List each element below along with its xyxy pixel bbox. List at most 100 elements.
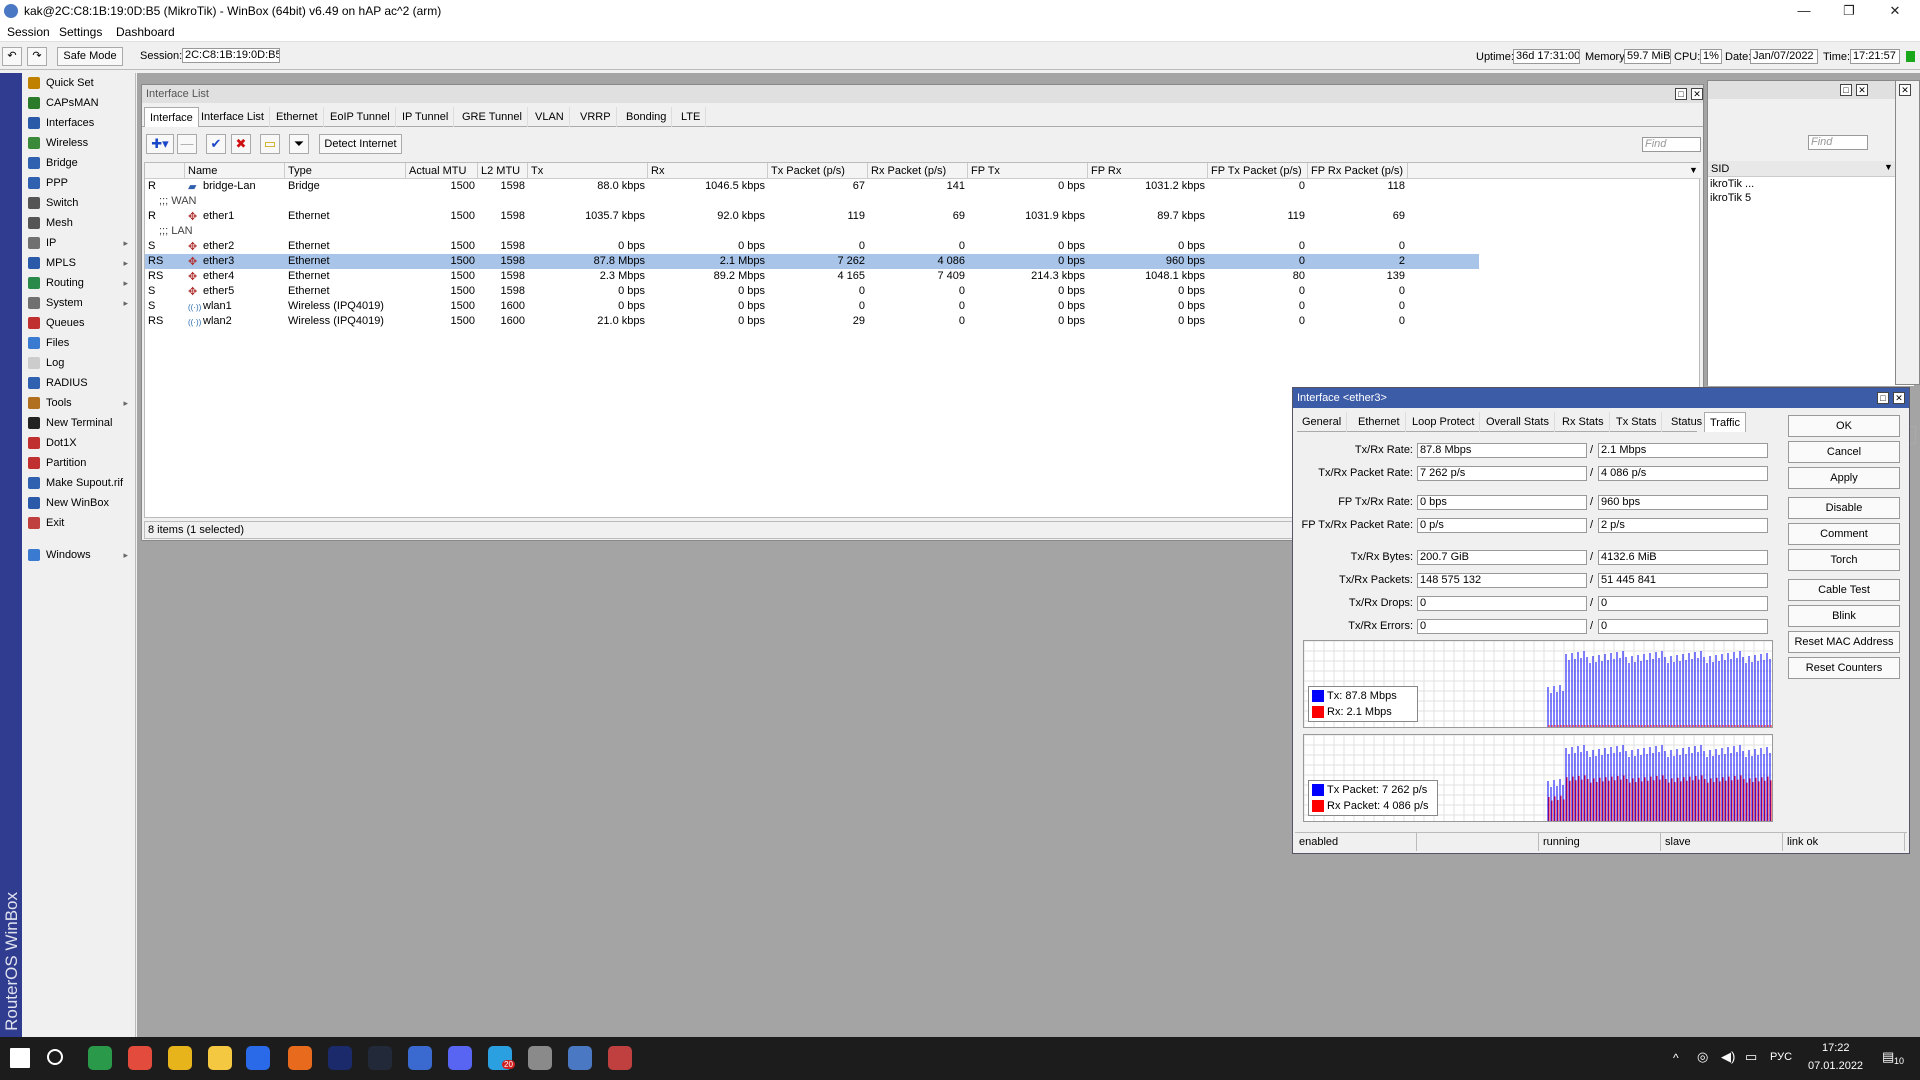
button-cancel[interactable]: Cancel [1788,441,1900,463]
chrome-icon[interactable] [128,1046,152,1070]
tray-volume-icon[interactable]: ◀) [1721,1049,1735,1065]
explorer-icon[interactable] [208,1046,232,1070]
ether3-restore-button[interactable]: □ [1877,392,1889,404]
disable-button[interactable]: ✖ [231,134,251,154]
column-header-type[interactable]: Type [285,163,406,179]
columns-dropdown-icon[interactable]: ▼ [1689,165,1698,175]
column-header-name[interactable]: Name [185,163,285,179]
sidebar-item-bridge[interactable]: Bridge [24,154,134,172]
maximize-button[interactable]: ❐ [1826,0,1872,22]
sidebar-item-capsman[interactable]: CAPsMAN [24,94,134,112]
tab-vlan[interactable]: VLAN [530,107,570,127]
button-ok[interactable]: OK [1788,415,1900,437]
sidebar-item-queues[interactable]: Queues [24,314,134,332]
button-blink[interactable]: Blink [1788,605,1900,627]
tray-monitor-icon[interactable]: ▭ [1745,1049,1757,1065]
tab-ethernet[interactable]: Ethernet [271,107,324,127]
tray-network-icon[interactable]: ◎ [1697,1049,1708,1065]
button-torch[interactable]: Torch [1788,549,1900,571]
sidebar-item-quick-set[interactable]: Quick Set [24,74,134,92]
column-header-tx[interactable]: Tx [528,163,648,179]
bg-list-item[interactable]: ikroTik 5 [1710,192,1751,204]
table-row[interactable]: Rether1 ✥ Ethernet 1500 1598 1035.7 kbps 92.0 … [145,209,1479,224]
sidebar-item-interfaces[interactable]: Interfaces [24,114,134,132]
iflist-close-button[interactable]: ✕ [1691,88,1703,100]
add-button[interactable]: ✚▾ [146,134,174,154]
table-row[interactable]: RS ether3 ✥ Ethernet 1500 1598 87.8 Mbps 2.1 Mb… [145,254,1479,269]
table-row[interactable]: RS wlan2 ((·)) Wireless (IPQ4019) 1500 1600 21… [145,314,1479,329]
winbox2-icon[interactable] [608,1046,632,1070]
column-header-fp-rx-packet-p-s-[interactable]: FP Rx Packet (p/s) [1308,163,1408,179]
column-header-rx-packet-p-s-[interactable]: Rx Packet (p/s) [868,163,968,179]
table-row[interactable]: RS ether4 ✥ Ethernet 1500 1598 2.3 Mbps 89.2 Mb… [145,269,1479,284]
column-header-tx-packet-p-s-[interactable]: Tx Packet (p/s) [768,163,868,179]
redo-button[interactable]: ↷ [27,47,47,66]
filter-button[interactable]: ⏷ [289,134,309,154]
sidebar-item-windows[interactable]: Windows ▸ [24,546,134,564]
tray-chevron-icon[interactable]: ^ [1673,1051,1679,1065]
button-cable-test[interactable]: Cable Test [1788,579,1900,601]
sidebar-item-ip[interactable]: IP ▸ [24,234,134,252]
bg-col-dropdown-icon[interactable]: ▼ [1884,162,1893,172]
clock-time[interactable]: 17:22 [1822,1042,1850,1054]
session-field[interactable]: 2C:C8:1B:19:0D:B5 [182,48,280,63]
sidebar-item-routing[interactable]: Routing ▸ [24,274,134,292]
column-header-rx[interactable]: Rx [648,163,768,179]
sidebar-item-new-terminal[interactable]: New Terminal [24,414,134,432]
tab-ip-tunnel[interactable]: IP Tunnel [397,107,455,127]
tab-gre-tunnel[interactable]: GRE Tunnel [457,107,528,127]
column-header-l2-mtu[interactable]: L2 MTU [478,163,528,179]
sidebar-item-dot1x[interactable]: Dot1X [24,434,134,452]
menu-session[interactable]: Session [7,25,50,39]
chrome-icon[interactable] [88,1046,112,1070]
enable-button[interactable]: ✔ [206,134,226,154]
ether3-close-button[interactable]: ✕ [1893,392,1905,404]
tab-eoip-tunnel[interactable]: EoIP Tunnel [325,107,396,127]
telegram-icon[interactable]: 20 [488,1046,515,1070]
sidebar-item-wireless[interactable]: Wireless [24,134,134,152]
sidebar-item-partition[interactable]: Partition [24,454,134,472]
sidebar-item-make-supout-rif[interactable]: Make Supout.rif [24,474,134,492]
undo-button[interactable]: ↶ [2,47,22,66]
discord-icon[interactable] [448,1046,472,1070]
column-header-fp-tx-packet-p-s-[interactable]: FP Tx Packet (p/s) [1208,163,1308,179]
minimize-button[interactable]: — [1781,0,1827,22]
iflist-find-input[interactable]: Find [1642,137,1701,152]
sidebar-item-files[interactable]: Files [24,334,134,352]
close-button[interactable]: ✕ [1872,0,1918,22]
menu-settings[interactable]: Settings [59,25,102,39]
table-row[interactable]: Rbridge-Lan ▰ Bridge 1500 1598 88.0 kbps 1046.… [145,179,1479,194]
winbox-icon[interactable] [568,1046,592,1070]
iflist-restore-button[interactable]: □ [1675,88,1687,100]
tab-lte[interactable]: LTE [676,107,707,127]
tab-bonding[interactable]: Bonding [621,107,673,127]
sidebar-item-tools[interactable]: Tools ▸ [24,394,134,412]
app3-icon[interactable] [528,1046,552,1070]
tab-vrrp[interactable]: VRRP [575,107,617,127]
button-reset-counters[interactable]: Reset Counters [1788,657,1900,679]
steam-icon[interactable] [368,1046,392,1070]
button-apply[interactable]: Apply [1788,467,1900,489]
column-header-fp-rx[interactable]: FP Rx [1088,163,1208,179]
language-indicator[interactable]: РУС [1770,1051,1792,1063]
clock-date[interactable]: 07.01.2022 [1808,1060,1863,1072]
sidebar-item-mesh[interactable]: Mesh [24,214,134,232]
search-icon[interactable] [47,1049,63,1065]
sidebar-item-radius[interactable]: RADIUS [24,374,134,392]
photoshop-icon[interactable] [328,1046,352,1070]
tab-interface[interactable]: Interface [144,107,199,127]
sidebar-item-ppp[interactable]: PPP [24,174,134,192]
bg-find-input[interactable]: Find [1808,135,1868,150]
sidebar-item-system[interactable]: System ▸ [24,294,134,312]
app-icon[interactable] [288,1046,312,1070]
notification-icon[interactable]: ▤ [1882,1049,1894,1065]
sidebar-item-switch[interactable]: Switch [24,194,134,212]
table-row[interactable]: Sether5 ✥ Ethernet 1500 1598 0 bps 0 bps 0 0 0 bp… [145,284,1479,299]
safe-mode-button[interactable]: Safe Mode [57,47,123,66]
comment-button[interactable]: ▭ [260,134,280,154]
sidebar-item-mpls[interactable]: MPLS ▸ [24,254,134,272]
tab-interface-list[interactable]: Interface List [196,107,270,127]
column-header-flags[interactable] [145,163,185,179]
player-icon[interactable] [246,1046,270,1070]
bg-restore-button[interactable]: □ [1840,84,1852,96]
